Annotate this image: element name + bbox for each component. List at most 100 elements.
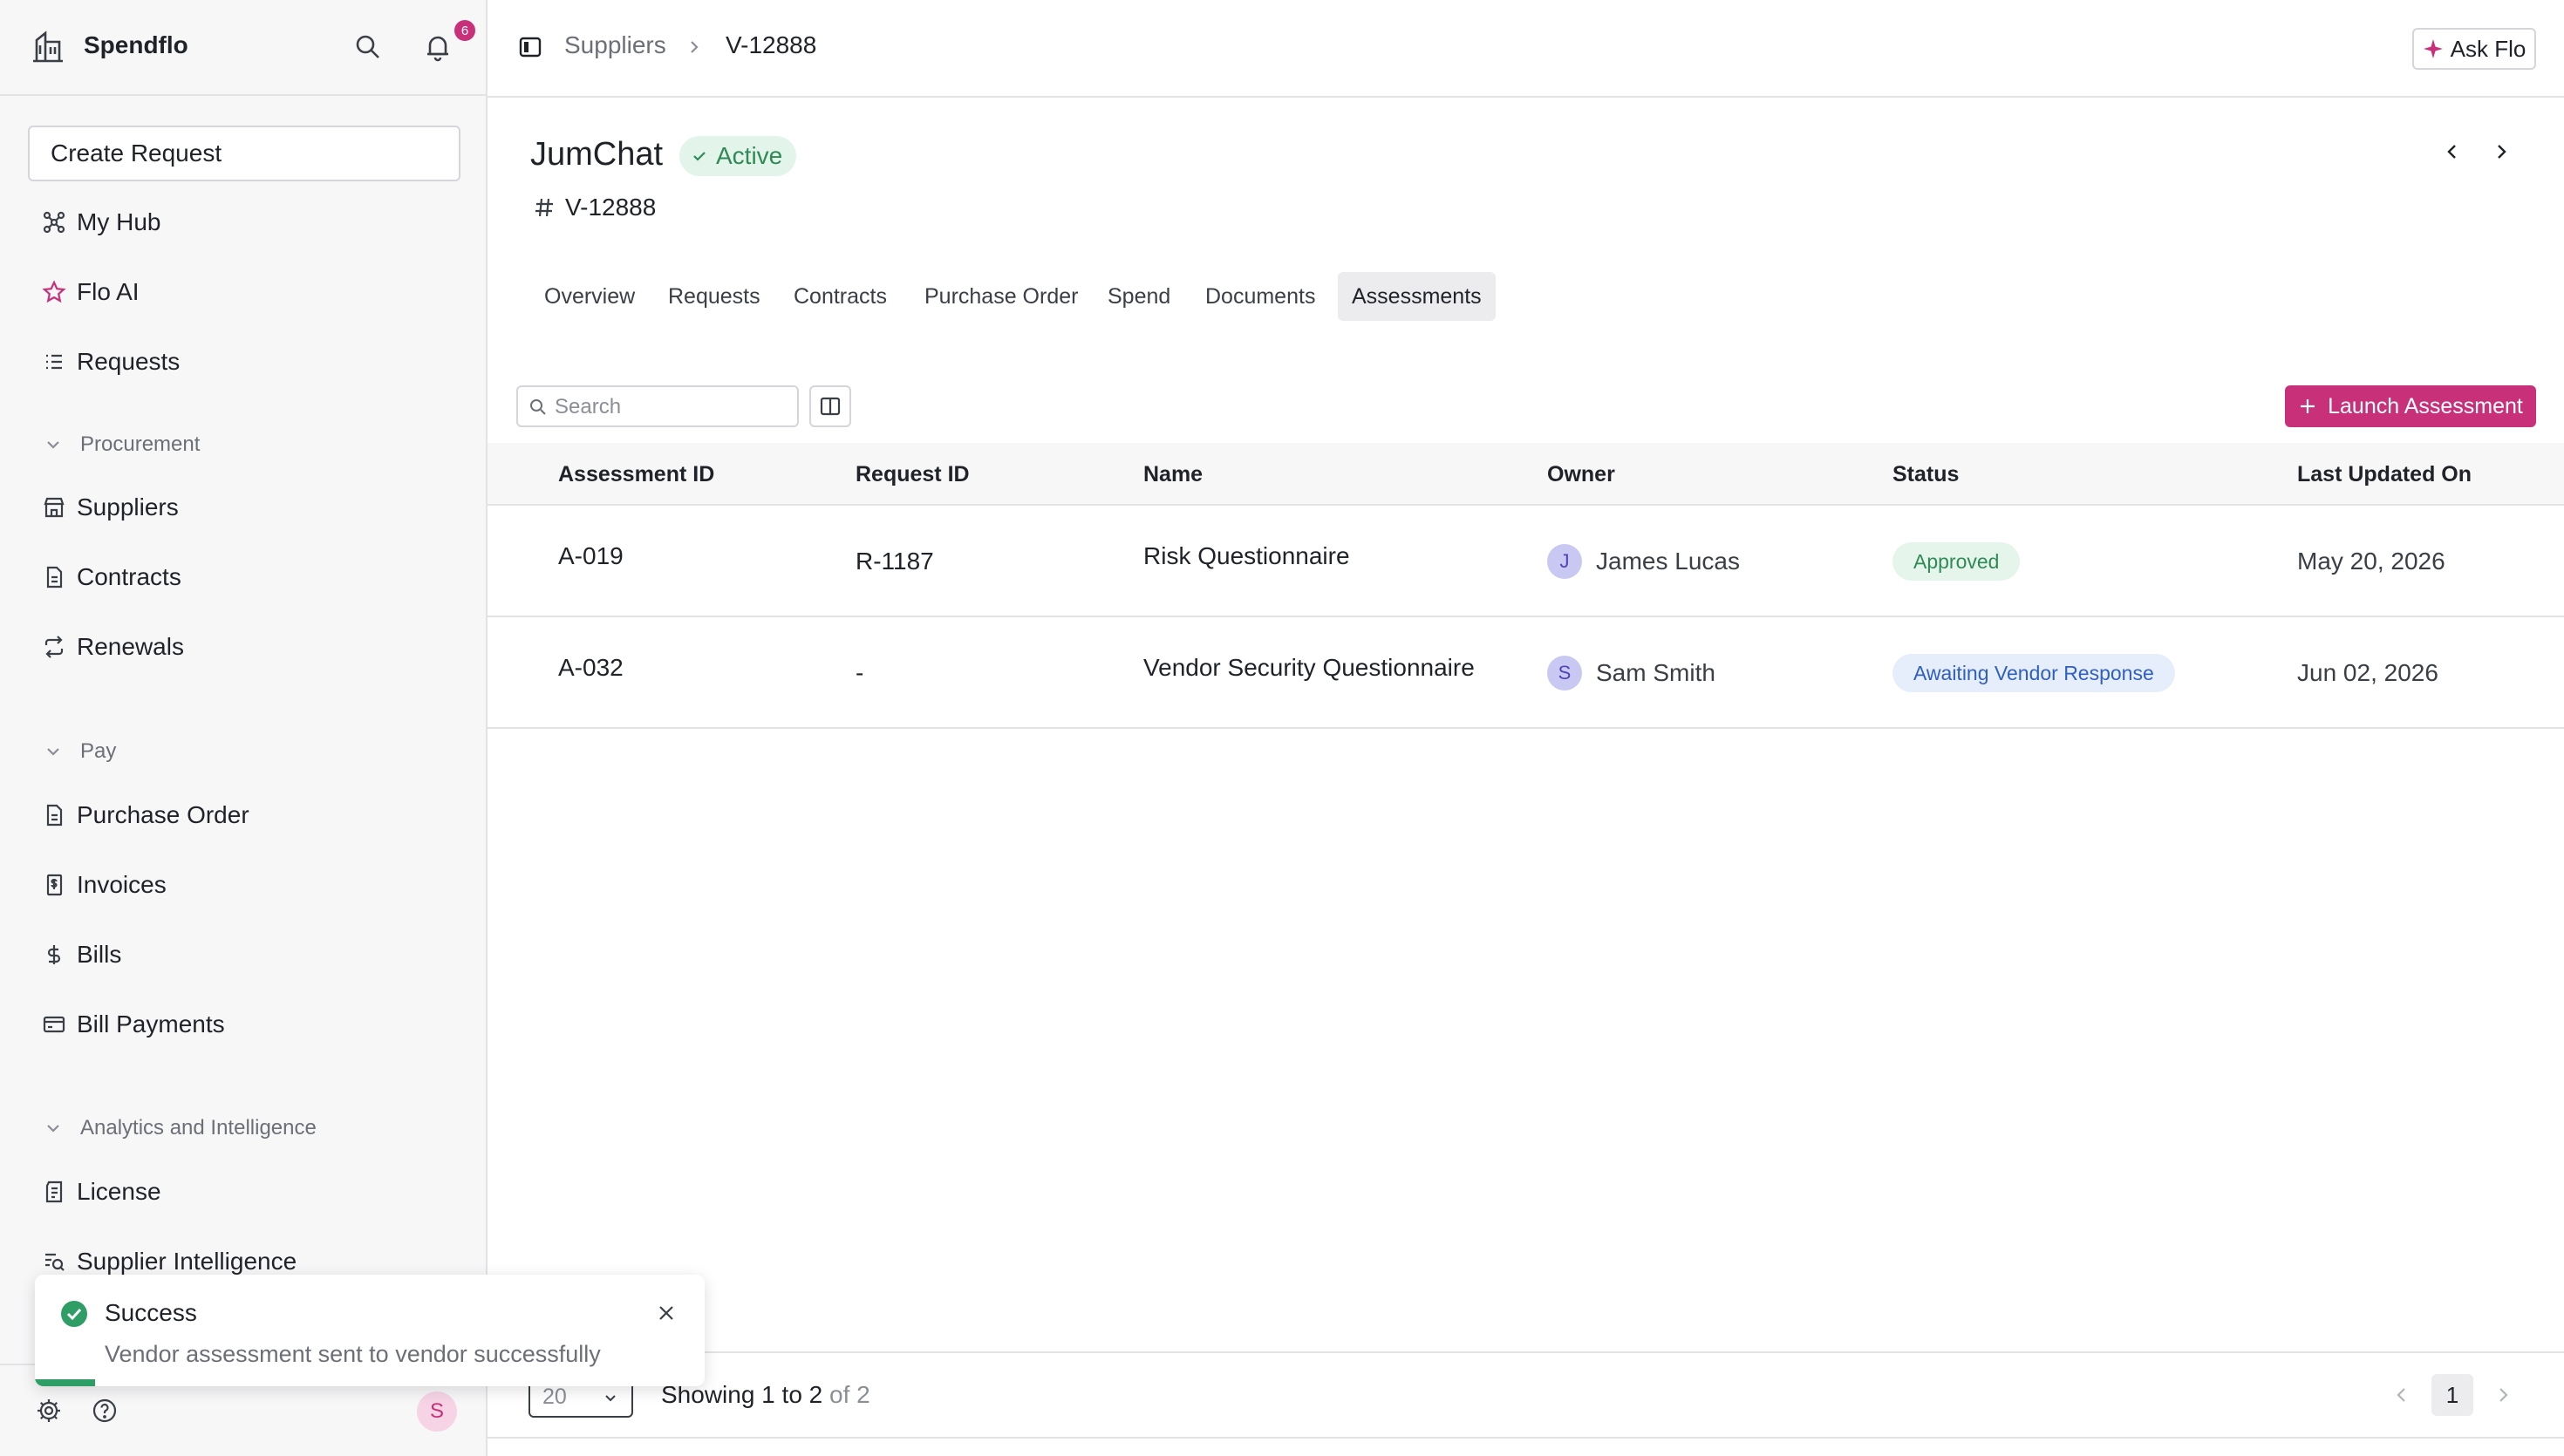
status-badge: Approved bbox=[1892, 542, 2021, 581]
sidebar-item-invoices[interactable]: Invoices bbox=[40, 863, 167, 907]
table-row[interactable] bbox=[488, 506, 2564, 617]
assessment-id-cell[interactable]: A-019 bbox=[558, 542, 624, 570]
breadcrumb-suppliers[interactable]: Suppliers bbox=[564, 31, 666, 59]
vendor-name: JumChat bbox=[530, 136, 664, 173]
sidebar-item-label: Purchase Order bbox=[77, 801, 249, 828]
request-id-cell[interactable]: R-1187 bbox=[856, 548, 934, 575]
sidebar-item-requests[interactable]: Requests bbox=[40, 340, 180, 384]
document-icon bbox=[40, 801, 68, 829]
notification-badge: 6 bbox=[452, 17, 478, 44]
spendflo-logo-icon[interactable] bbox=[30, 28, 66, 65]
sidebar-item-label: Bills bbox=[77, 941, 122, 968]
sidebar-item-label: License bbox=[77, 1178, 161, 1205]
sidebar-item-flo-ai[interactable]: Flo AI bbox=[40, 270, 140, 314]
owner-name-cell: Sam Smith bbox=[1596, 659, 1715, 686]
sidebar-item-label: Invoices bbox=[77, 871, 167, 898]
sparkle-icon bbox=[2423, 38, 2444, 59]
sidebar-item-label: Suppliers bbox=[77, 493, 179, 520]
chevron-right-icon[interactable] bbox=[2489, 139, 2513, 164]
sidebar-item-purchase-order[interactable]: Purchase Order bbox=[40, 793, 249, 837]
sidebar-item-renewals[interactable]: Renewals bbox=[40, 625, 184, 669]
tab-contracts[interactable]: Contracts bbox=[780, 272, 901, 321]
sidebar-item-license[interactable]: License bbox=[40, 1170, 161, 1214]
sidebar-item-label: Bill Payments bbox=[77, 1010, 225, 1038]
assessment-name-cell[interactable]: Vendor Security Questionnaire bbox=[1143, 654, 1475, 682]
tab-assessments[interactable]: Assessments bbox=[1338, 272, 1496, 321]
tab-purchase-order[interactable]: Purchase Order bbox=[910, 272, 1092, 321]
column-header-last-updated[interactable]: Last Updated On bbox=[2297, 462, 2472, 487]
bell-icon[interactable] bbox=[422, 31, 453, 63]
sidebar-item-contracts[interactable]: Contracts bbox=[40, 555, 181, 599]
chevron-left-icon[interactable] bbox=[2390, 1383, 2414, 1407]
tab-requests[interactable]: Requests bbox=[654, 272, 774, 321]
chevron-left-icon[interactable] bbox=[2440, 139, 2465, 164]
chevron-down-icon bbox=[42, 1117, 65, 1140]
search-field[interactable] bbox=[516, 385, 799, 427]
sidebar-toggle-icon[interactable] bbox=[516, 33, 544, 61]
create-request-button[interactable]: Create Request bbox=[28, 126, 460, 181]
sidebar-section-procurement[interactable]: Procurement bbox=[42, 427, 200, 462]
chevron-right-icon[interactable] bbox=[2491, 1383, 2515, 1407]
hub-icon bbox=[40, 208, 68, 236]
owner-avatar: J bbox=[1547, 544, 1582, 579]
sidebar-section-pay[interactable]: Pay bbox=[42, 734, 116, 769]
tab-spend[interactable]: Spend bbox=[1094, 272, 1184, 321]
column-header-request-id[interactable]: Request ID bbox=[856, 462, 970, 487]
search-icon bbox=[528, 398, 548, 417]
sidebar-item-bill-payments[interactable]: Bill Payments bbox=[40, 1003, 225, 1046]
sidebar-section-title: Procurement bbox=[80, 432, 201, 456]
assessment-name-cell[interactable]: Risk Questionnaire bbox=[1143, 542, 1350, 570]
check-icon bbox=[690, 146, 709, 166]
search-list-icon bbox=[40, 1248, 68, 1276]
gear-icon[interactable] bbox=[35, 1397, 63, 1425]
last-updated-cell: Jun 02, 2026 bbox=[2297, 659, 2438, 686]
dollar-icon bbox=[40, 941, 68, 969]
page-number-button[interactable]: 1 bbox=[2431, 1374, 2473, 1416]
sidebar-item-bills[interactable]: Bills bbox=[40, 933, 121, 976]
chevron-right-icon bbox=[684, 35, 705, 59]
tab-documents[interactable]: Documents bbox=[1191, 272, 1329, 321]
sidebar-section-title: Pay bbox=[80, 739, 117, 763]
chevron-down-icon bbox=[42, 740, 65, 763]
table-row[interactable] bbox=[488, 617, 2564, 729]
close-icon[interactable] bbox=[652, 1299, 680, 1327]
sidebar-item-suppliers[interactable]: Suppliers bbox=[40, 486, 179, 529]
toast-title: Success bbox=[105, 1299, 197, 1326]
column-header-status[interactable]: Status bbox=[1892, 462, 1959, 487]
user-avatar[interactable]: S bbox=[417, 1391, 457, 1432]
list-icon bbox=[40, 348, 68, 376]
request-id-cell: - bbox=[856, 659, 864, 686]
store-icon bbox=[40, 493, 68, 521]
card-icon bbox=[40, 1010, 68, 1038]
launch-assessment-label: Launch Assessment bbox=[2328, 393, 2523, 418]
sidebar-header bbox=[0, 0, 486, 96]
sidebar-item-label: Renewals bbox=[77, 633, 184, 660]
toast-message: Vendor assessment sent to vendor success… bbox=[105, 1341, 601, 1367]
sidebar-item-label: Contracts bbox=[77, 563, 181, 590]
ask-flo-button[interactable]: Ask Flo bbox=[2412, 28, 2536, 70]
invoice-icon bbox=[40, 871, 68, 899]
assessment-id-cell[interactable]: A-032 bbox=[558, 654, 624, 682]
column-header-name[interactable]: Name bbox=[1143, 462, 1203, 487]
document-icon bbox=[40, 563, 68, 591]
status-badge: Awaiting Vendor Response bbox=[1892, 654, 2175, 692]
search-icon[interactable] bbox=[352, 31, 384, 63]
plus-icon bbox=[2298, 397, 2317, 416]
sidebar-item-my-hub[interactable]: My Hub bbox=[40, 201, 160, 244]
star-icon bbox=[40, 278, 68, 306]
launch-assessment-button[interactable]: Launch Assessment bbox=[2285, 385, 2536, 427]
status-badge: Active bbox=[679, 136, 797, 176]
page-size-value: 20 bbox=[542, 1384, 567, 1409]
sidebar-section-analytics[interactable]: Analytics and Intelligence bbox=[42, 1111, 317, 1146]
column-header-owner[interactable]: Owner bbox=[1547, 462, 1615, 487]
table-header bbox=[488, 443, 2564, 506]
column-header-assessment-id[interactable]: Assessment ID bbox=[558, 462, 714, 487]
sidebar-section-title: Analytics and Intelligence bbox=[80, 1116, 317, 1140]
columns-toggle-button[interactable] bbox=[809, 385, 851, 427]
check-circle-icon bbox=[59, 1299, 89, 1329]
tab-overview[interactable]: Overview bbox=[530, 272, 649, 321]
help-icon[interactable] bbox=[91, 1397, 119, 1425]
toast-progress-bar bbox=[35, 1379, 96, 1386]
columns-icon bbox=[818, 394, 842, 418]
search-input[interactable] bbox=[555, 392, 790, 422]
